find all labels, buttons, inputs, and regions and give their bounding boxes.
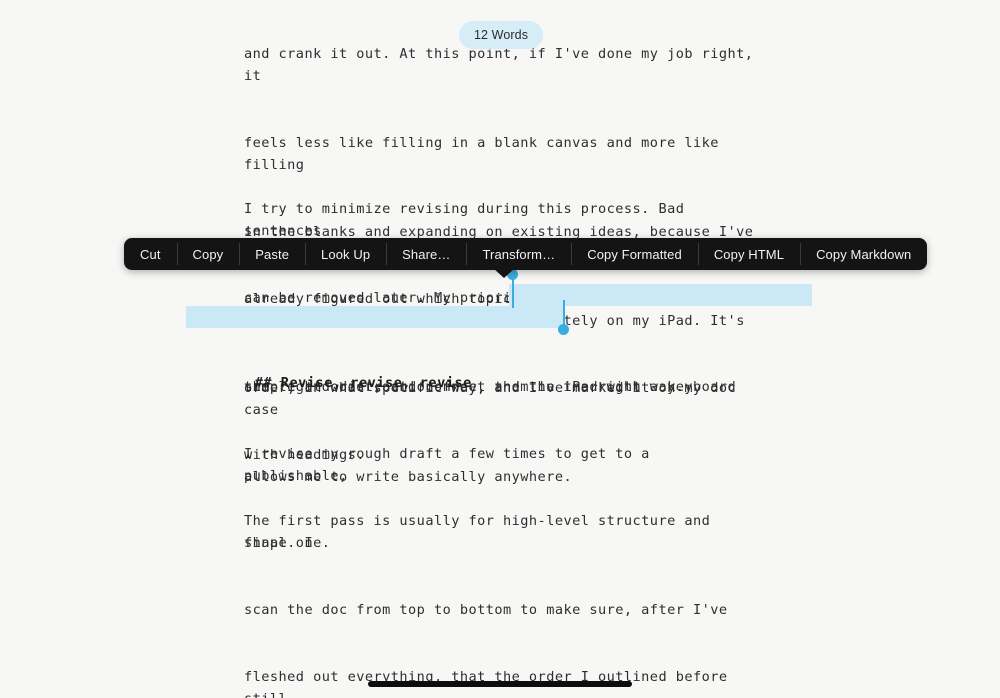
text-line: scan the doc from top to bottom to make … <box>244 601 728 618</box>
paragraph-text: The second pass is for sentence structur… <box>244 686 756 698</box>
menu-item-label: Share… <box>402 246 451 262</box>
menu-item-label: Transform… <box>482 246 556 262</box>
menu-item-label: Copy Formatted <box>587 246 682 262</box>
markdown-close-paren: ) <box>528 312 538 329</box>
paragraph-second-pass[interactable]: The second pass is for sentence structur… <box>244 686 756 698</box>
markdown-link-text[interactable]: iA Writer <box>253 313 331 329</box>
menu-item-label: Cut <box>140 246 161 262</box>
context-menu-caret-icon <box>493 268 515 278</box>
menu-item-copy-markdown[interactable]: Copy Markdown <box>800 238 927 270</box>
word-count-tooltip: 12 Words <box>459 21 544 49</box>
selection-end-handle-knob[interactable] <box>558 324 569 335</box>
menu-item-label: Paste <box>255 246 290 262</box>
text-line-tail: lately on my iPad. It's <box>537 312 745 329</box>
markdown-link-url[interactable]: https://ia.net/writer <box>348 313 529 329</box>
menu-item-copy[interactable]: Copy <box>176 238 240 270</box>
menu-item-share[interactable]: Share… <box>386 238 466 270</box>
markdown-open-bracket: [ <box>244 312 253 329</box>
menu-item-copy-formatted[interactable]: Copy Formatted <box>571 238 698 270</box>
text-line: The first pass is usually for high-level… <box>244 512 719 551</box>
menu-item-paste[interactable]: Paste <box>239 238 305 270</box>
markdown-open-paren: ( <box>339 312 348 329</box>
home-indicator <box>368 681 632 687</box>
word-count-label: 12 Words <box>474 28 529 42</box>
markdown-close-bracket: ] <box>330 312 339 329</box>
menu-item-label: Copy HTML <box>713 246 785 262</box>
paragraph-first-pass[interactable]: The first pass is usually for high-level… <box>244 465 756 698</box>
text-line-with-link: [iA Writer](https://ia.net/writer) latel… <box>244 310 756 332</box>
menu-item-look-up[interactable]: Look Up <box>305 238 386 270</box>
text-line: I try to minimize revising during this p… <box>244 200 693 239</box>
heading-text: ## Revise, revise, revise <box>254 375 472 392</box>
menu-item-label: Copy <box>192 246 224 262</box>
menu-item-label: Copy Markdown <box>816 246 912 262</box>
paragraph-text: The first pass is usually for high-level… <box>244 465 756 698</box>
menu-item-cut[interactable]: Cut <box>124 238 177 270</box>
menu-item-label: Look Up <box>321 246 371 262</box>
text-selection-context-menu[interactable]: Cut Copy Paste Look Up Share… Transform…… <box>124 238 928 270</box>
menu-item-transform[interactable]: Transform… <box>466 238 571 270</box>
menu-item-copy-html[interactable]: Copy HTML <box>697 238 800 270</box>
text-line: and crank it out. At this point, if I've… <box>244 45 763 84</box>
text-editor-canvas[interactable]: and crank it out. At this point, if I've… <box>0 0 1000 698</box>
